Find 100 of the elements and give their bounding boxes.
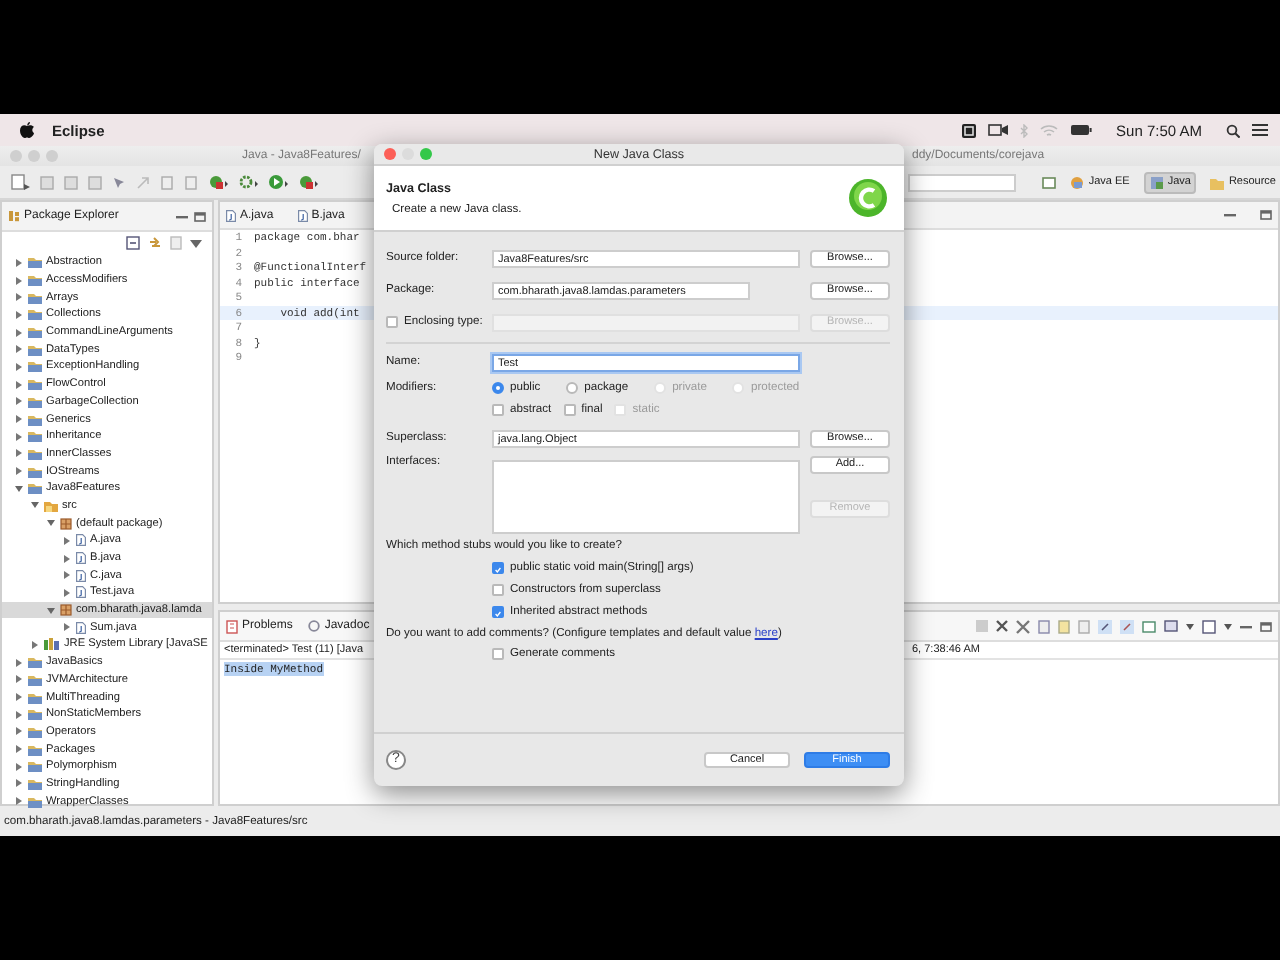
- package-explorer-icon: [8, 210, 20, 222]
- collapsed-arrow-icon[interactable]: [14, 796, 24, 807]
- collapsed-arrow-icon[interactable]: [14, 674, 24, 685]
- folder-icon: [28, 430, 42, 443]
- folder-icon: [28, 343, 42, 356]
- bug-icon[interactable]: [208, 174, 228, 190]
- folder-icon: [28, 708, 42, 721]
- library-icon: [44, 638, 60, 651]
- collapsed-arrow-icon[interactable]: [62, 570, 72, 581]
- folder-icon: [28, 795, 42, 808]
- collapsed-arrow-icon[interactable]: [14, 275, 24, 286]
- monitor-icon[interactable]: [1164, 619, 1178, 633]
- collapsed-arrow-icon[interactable]: [62, 535, 72, 546]
- document-icon[interactable]: [10, 174, 30, 190]
- collapsed-arrow-icon[interactable]: [14, 744, 24, 755]
- collapsed-arrow-icon[interactable]: [14, 466, 24, 477]
- folder-icon: [1210, 175, 1225, 189]
- checkbox[interactable]: [492, 648, 504, 660]
- checkbox[interactable]: [492, 605, 504, 617]
- collapsed-arrow-icon[interactable]: [14, 692, 24, 703]
- radio-button[interactable]: [566, 382, 579, 394]
- folder-icon: [28, 725, 42, 738]
- at-icon: [308, 620, 321, 632]
- collapsed-arrow-icon[interactable]: [14, 396, 24, 407]
- collapsed-arrow-icon[interactable]: [14, 309, 24, 320]
- run-icon[interactable]: [268, 174, 288, 190]
- maximize-icon[interactable]: [1260, 210, 1272, 220]
- remove-icon[interactable]: [996, 620, 1008, 632]
- file-icon: [76, 569, 86, 582]
- file-icon: [76, 621, 86, 634]
- collapsed-arrow-icon[interactable]: [14, 292, 24, 303]
- package-icon: [60, 517, 72, 530]
- gear-icon[interactable]: [238, 174, 258, 190]
- expanded-arrow-icon[interactable]: [46, 605, 56, 616]
- cursor-icon[interactable]: [112, 175, 126, 189]
- search-icon[interactable]: [1226, 123, 1240, 137]
- maximize-icon[interactable]: [1260, 621, 1272, 631]
- radio-button[interactable]: [492, 382, 504, 394]
- dropdown-icon[interactable]: [190, 239, 202, 247]
- folder-icon: [28, 395, 42, 408]
- remove-all-icon[interactable]: [1016, 619, 1030, 633]
- camera-icon[interactable]: [988, 124, 1009, 136]
- collapsed-arrow-icon[interactable]: [14, 379, 24, 390]
- menu-icon[interactable]: [1252, 124, 1268, 136]
- warning-icon: [226, 619, 238, 633]
- link-icon[interactable]: [148, 236, 162, 250]
- checkbox[interactable]: [492, 583, 504, 595]
- folder-icon: [28, 760, 42, 773]
- pin-icon[interactable]: [1120, 619, 1134, 633]
- checkbox[interactable]: [492, 404, 504, 416]
- collapsed-arrow-icon[interactable]: [14, 361, 24, 372]
- collapsed-arrow-icon[interactable]: [14, 448, 24, 459]
- battery-icon[interactable]: [1070, 124, 1093, 136]
- collapsed-arrow-icon[interactable]: [14, 257, 24, 268]
- bug-icon[interactable]: [298, 174, 318, 190]
- dropdown-icon[interactable]: [1186, 623, 1194, 629]
- expanded-arrow-icon[interactable]: [30, 500, 40, 511]
- collapse-all-icon[interactable]: [126, 236, 140, 250]
- collapsed-arrow-icon[interactable]: [30, 639, 40, 650]
- file-icon: [226, 209, 236, 221]
- file-icon: [76, 586, 86, 599]
- collapsed-arrow-icon[interactable]: [62, 553, 72, 564]
- folder-icon: [28, 447, 42, 460]
- collapsed-arrow-icon[interactable]: [14, 778, 24, 789]
- pin-icon[interactable]: [1098, 619, 1112, 633]
- folder-icon: [28, 673, 42, 686]
- window-icon[interactable]: [1202, 619, 1216, 633]
- collapsed-arrow-icon[interactable]: [14, 709, 24, 720]
- folder-icon: [28, 465, 42, 478]
- collapsed-arrow-icon[interactable]: [14, 327, 24, 338]
- open-console-icon[interactable]: [1142, 619, 1156, 633]
- collapsed-arrow-icon[interactable]: [62, 622, 72, 633]
- expanded-arrow-icon[interactable]: [14, 483, 24, 494]
- package-icon: [60, 604, 72, 617]
- close-button[interactable]: [384, 148, 396, 160]
- dropdown-icon[interactable]: [1224, 623, 1232, 629]
- collapsed-arrow-icon[interactable]: [14, 344, 24, 355]
- folder-icon: [28, 308, 42, 321]
- file-icon: [76, 552, 86, 565]
- maximize-icon[interactable]: [194, 211, 206, 221]
- minimize-icon[interactable]: [176, 211, 188, 221]
- collapsed-arrow-icon[interactable]: [14, 414, 24, 425]
- collapsed-arrow-icon[interactable]: [14, 431, 24, 442]
- status-app-icon[interactable]: [962, 123, 977, 137]
- java-ee-icon: [1070, 175, 1085, 189]
- expanded-arrow-icon[interactable]: [46, 518, 56, 529]
- folder-icon: [28, 482, 42, 495]
- folder-icon: [28, 274, 42, 287]
- checkbox[interactable]: [563, 404, 576, 416]
- search-field[interactable]: [908, 173, 1017, 191]
- window-icon[interactable]: [1042, 175, 1057, 189]
- collapsed-arrow-icon[interactable]: [14, 726, 24, 737]
- collapsed-arrow-icon[interactable]: [14, 657, 24, 668]
- checkbox[interactable]: [386, 316, 398, 328]
- checkbox[interactable]: [492, 561, 504, 573]
- folder-icon: [28, 291, 42, 304]
- collapsed-arrow-icon[interactable]: [62, 587, 72, 598]
- folder-icon: [28, 326, 42, 339]
- folder-icon: [28, 691, 42, 704]
- collapsed-arrow-icon[interactable]: [14, 761, 24, 772]
